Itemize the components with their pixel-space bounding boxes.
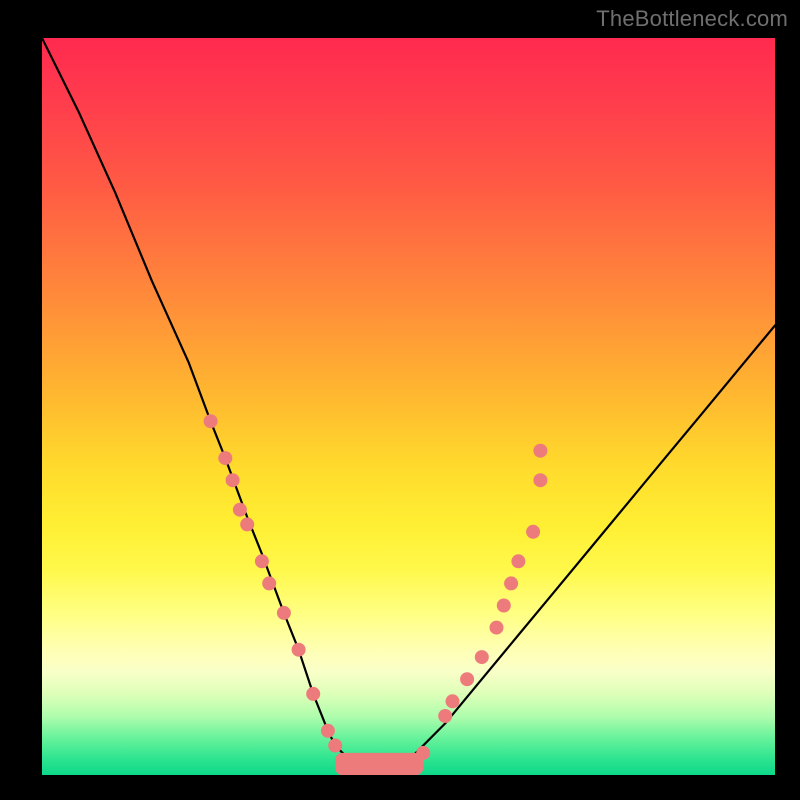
data-point	[277, 606, 291, 620]
data-point	[504, 576, 518, 590]
chart-frame: TheBottleneck.com	[0, 0, 800, 800]
watermark-text: TheBottleneck.com	[596, 6, 788, 32]
bottleneck-curve	[42, 38, 775, 775]
data-point	[475, 650, 489, 664]
data-point	[416, 746, 430, 760]
data-point	[460, 672, 474, 686]
data-point	[233, 503, 247, 517]
data-point	[321, 724, 335, 738]
data-point	[446, 694, 460, 708]
data-point	[255, 554, 269, 568]
valley-band-rect	[335, 753, 423, 775]
data-point	[240, 517, 254, 531]
curve-layer	[42, 38, 775, 775]
data-point	[218, 451, 232, 465]
data-point	[511, 554, 525, 568]
data-point	[306, 687, 320, 701]
data-point	[292, 643, 306, 657]
data-point	[204, 414, 218, 428]
data-point	[533, 473, 547, 487]
dots-right	[416, 444, 547, 760]
data-point	[533, 444, 547, 458]
curve-path	[42, 38, 775, 775]
data-point	[526, 525, 540, 539]
data-point	[497, 599, 511, 613]
data-point	[226, 473, 240, 487]
data-point	[328, 739, 342, 753]
data-point	[490, 621, 504, 635]
dots-left	[204, 414, 357, 767]
data-point	[438, 709, 452, 723]
plot-area	[42, 38, 775, 775]
data-point	[343, 753, 357, 767]
valley-band	[335, 753, 423, 775]
data-point	[262, 576, 276, 590]
